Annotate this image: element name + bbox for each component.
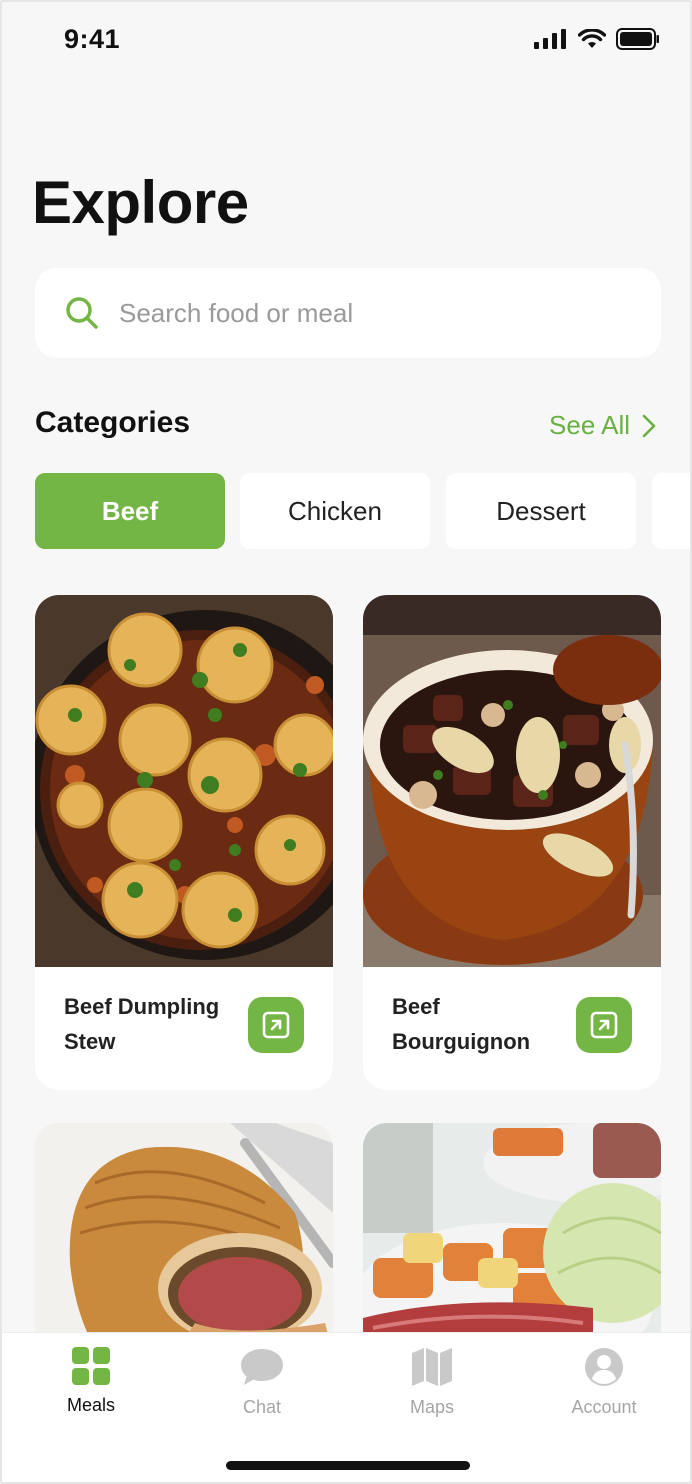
meal-photo [35,595,333,967]
category-chip-beef[interactable]: Beef [35,473,225,549]
home-indicator [226,1461,470,1470]
tab-label: Account [571,1397,637,1417]
tab-maps[interactable]: Maps [362,1347,502,1418]
open-meal-button[interactable] [248,997,304,1053]
categories-title: Categories [35,406,191,439]
status-time: 9:41 [64,24,121,54]
tab-label: Meals [66,1395,115,1415]
see-all-link[interactable]: See All [549,410,656,441]
meal-photo [363,595,661,967]
search-bar[interactable] [35,268,661,358]
open-external-icon [590,1011,618,1039]
meal-card-4[interactable] [363,1123,661,1353]
see-all-label: See All [549,410,630,440]
battery-icon [616,28,659,50]
tab-meals[interactable]: Meals [21,1347,161,1416]
chevron-right-icon [642,414,656,437]
meal-card-3[interactable] [35,1123,333,1353]
page-title: Explore [32,169,249,236]
meal-card-beef-bourguignon[interactable]: Beef Bourguignon [363,595,661,1090]
grid-icon [72,1347,110,1385]
map-icon [412,1348,452,1386]
wifi-icon [578,29,606,48]
meal-photo [363,1123,661,1353]
category-chip-more[interactable] [652,473,690,549]
status-icons [534,28,660,50]
signal-icon [534,29,566,49]
meal-card-beef-dumpling-stew[interactable]: Beef Dumpling Stew [35,595,333,1090]
search-icon [66,297,98,329]
search-input[interactable] [119,297,599,329]
user-icon [585,1348,623,1386]
meal-photo [35,1123,333,1353]
category-chip-chicken[interactable]: Chicken [240,473,430,549]
app-screen: 9:41 Explore Categories See All [0,0,692,1484]
category-chip-dessert[interactable]: Dessert [446,473,636,549]
chat-bubble-icon [241,1349,283,1385]
tab-label: Maps [409,1397,454,1417]
open-external-icon [262,1011,290,1039]
open-meal-button[interactable] [576,997,632,1053]
meal-name: Beef Bourguignon [392,994,531,1054]
tab-account[interactable]: Account [534,1347,674,1418]
meal-name: Beef Dumpling Stew [64,994,220,1054]
tab-chat[interactable]: Chat [192,1347,332,1418]
tab-label: Chat [242,1397,282,1417]
category-chips: Beef Chicken Dessert [35,473,690,549]
